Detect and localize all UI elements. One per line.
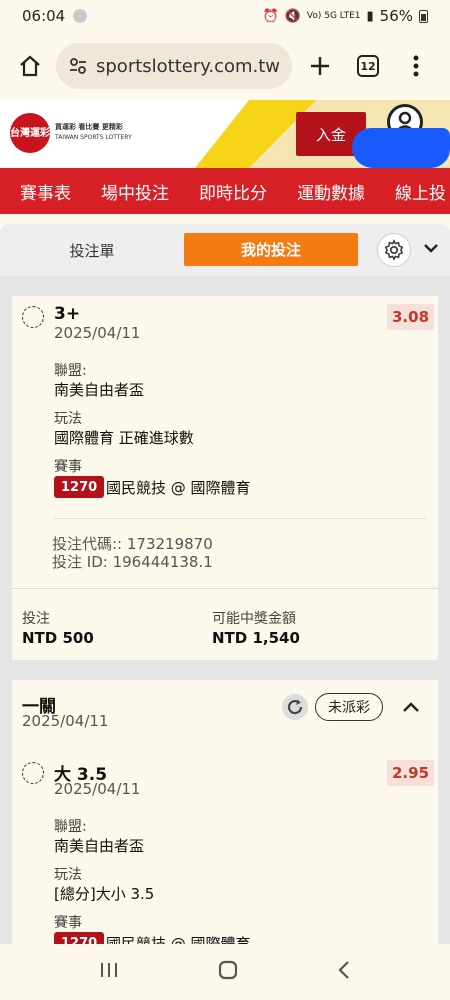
bet-tabs: 投注單 我的投注 — [0, 224, 450, 276]
market-label: 玩法 — [54, 867, 82, 883]
logo-text: 台灣運彩 — [10, 127, 50, 139]
site-settings-icon[interactable] — [68, 56, 88, 76]
more-vert-icon — [413, 55, 419, 77]
back-button[interactable] — [337, 960, 351, 984]
url-text: sportslottery.com.tw — [96, 55, 281, 77]
recent-apps-button[interactable] — [99, 961, 119, 983]
nav-item-live-scores[interactable]: 即時比分 — [179, 179, 267, 204]
browser-toolbar: sportslottery.com.tw 12 — [0, 32, 450, 100]
gear-icon — [384, 239, 404, 261]
new-tab-button[interactable] — [300, 46, 340, 86]
collapse-bet-button[interactable] — [402, 698, 420, 717]
home-nav-button[interactable] — [217, 959, 239, 985]
status-time: 06:04 — [22, 7, 66, 25]
payout-value: NTD 1,540 — [212, 629, 300, 647]
collapse-panel-button[interactable] — [423, 238, 439, 257]
notification-icon — [73, 9, 88, 23]
logo-tagline: 買運彩 看比賽 更精彩 TAIWAN SPORTS LOTTERY — [55, 122, 132, 143]
alarm-icon: ⏰ — [262, 8, 279, 24]
battery-percent: 56% — [379, 7, 413, 25]
league-value: 南美自由者盃 — [54, 381, 145, 399]
bet-select-radio[interactable] — [22, 762, 44, 784]
chevron-down-icon — [424, 244, 438, 253]
browser-menu-button[interactable] — [396, 46, 436, 86]
tab-betslip[interactable]: 投注單 — [22, 234, 162, 266]
bet-selection: 3+ — [54, 304, 81, 324]
mute-icon: 🔇 — [284, 8, 301, 24]
market-value: 國際體育 正確進球數 — [54, 429, 194, 447]
event-value: 國民競技 @ 國際體育 — [106, 479, 251, 497]
tab-count: 12 — [357, 55, 380, 77]
logo-sub: 買運彩 看比賽 更精彩 — [55, 123, 123, 131]
event-value: 國民競技 @ 國際體育 — [106, 935, 251, 944]
nav-item-online[interactable]: 線上投 — [375, 179, 446, 204]
bet-odds: 2.95 — [387, 760, 435, 786]
stake-label: 投注 — [22, 611, 50, 627]
bet-header-date: 2025/04/11 — [22, 712, 109, 730]
refresh-icon — [287, 699, 303, 715]
network-indicator: Vo) 5G LTE1 — [306, 11, 361, 21]
home-icon — [20, 55, 40, 77]
market-value: [總分]大小 3.5 — [54, 885, 155, 903]
system-nav-bar — [0, 944, 450, 1000]
event-label: 賽事 — [54, 915, 82, 931]
payout-label: 可能中獎金額 — [212, 611, 296, 627]
bet-select-radio[interactable] — [22, 306, 44, 328]
status-badge: 未派彩 — [315, 693, 383, 721]
event-number-badge: 1270 — [54, 476, 105, 498]
main-nav: 賽事表 場中投注 即時比分 運動數據 線上投 — [0, 168, 450, 214]
stake-value: NTD 500 — [22, 629, 94, 647]
bet-card: 3+ 2025/04/11 3.08 聯盟: 南美自由者盃 玩法 國際體育 正確… — [12, 296, 438, 660]
tab-my-bets[interactable]: 我的投注 — [184, 233, 358, 266]
bet-date: 2025/04/11 — [54, 324, 141, 342]
home-button[interactable] — [10, 46, 50, 86]
site-logo[interactable]: 台灣運彩 — [10, 113, 50, 153]
market-label: 玩法 — [54, 411, 82, 427]
tab-switcher-button[interactable]: 12 — [348, 46, 388, 86]
bet-panel: 投注單 我的投注 3+ 2025/04/11 3.08 聯盟: 南美自由者盃 玩… — [0, 224, 450, 944]
divider — [12, 588, 438, 589]
nav-item-schedule[interactable]: 賽事表 — [0, 179, 71, 204]
plus-icon — [311, 57, 330, 75]
bet-id: 投注 ID: 196444138.1 — [52, 553, 213, 571]
recent-apps-icon — [101, 963, 117, 977]
status-bar: 06:04 ⏰ 🔇 Vo) 5G LTE1 ▮ 56% — [0, 0, 450, 32]
nav-item-sports-data[interactable]: 運動數據 — [277, 179, 365, 204]
nav-item-live-betting[interactable]: 場中投注 — [81, 179, 169, 204]
league-label: 聯盟: — [54, 363, 87, 379]
bet-card: 一關 2025/04/11 未派彩 大 3.5 2025/04/11 2.95 … — [12, 680, 438, 944]
settings-button[interactable] — [377, 233, 411, 267]
league-label: 聯盟: — [54, 819, 87, 835]
logo-en: TAIWAN SPORTS LOTTERY — [55, 134, 132, 142]
refresh-button[interactable] — [282, 694, 308, 720]
league-value: 南美自由者盃 — [54, 837, 145, 855]
divider — [54, 518, 426, 519]
battery-icon — [419, 9, 428, 23]
event-label: 賽事 — [54, 459, 82, 475]
signal-icon: ▮ — [366, 8, 374, 24]
chevron-up-icon — [403, 702, 419, 712]
redaction-mark — [352, 128, 450, 168]
bet-odds: 3.08 — [387, 304, 435, 330]
back-icon — [338, 961, 349, 979]
bet-date: 2025/04/11 — [54, 780, 141, 798]
event-number-badge: 1270 — [54, 932, 105, 944]
home-nav-icon — [218, 960, 238, 980]
address-bar[interactable]: sportslottery.com.tw — [56, 43, 293, 89]
